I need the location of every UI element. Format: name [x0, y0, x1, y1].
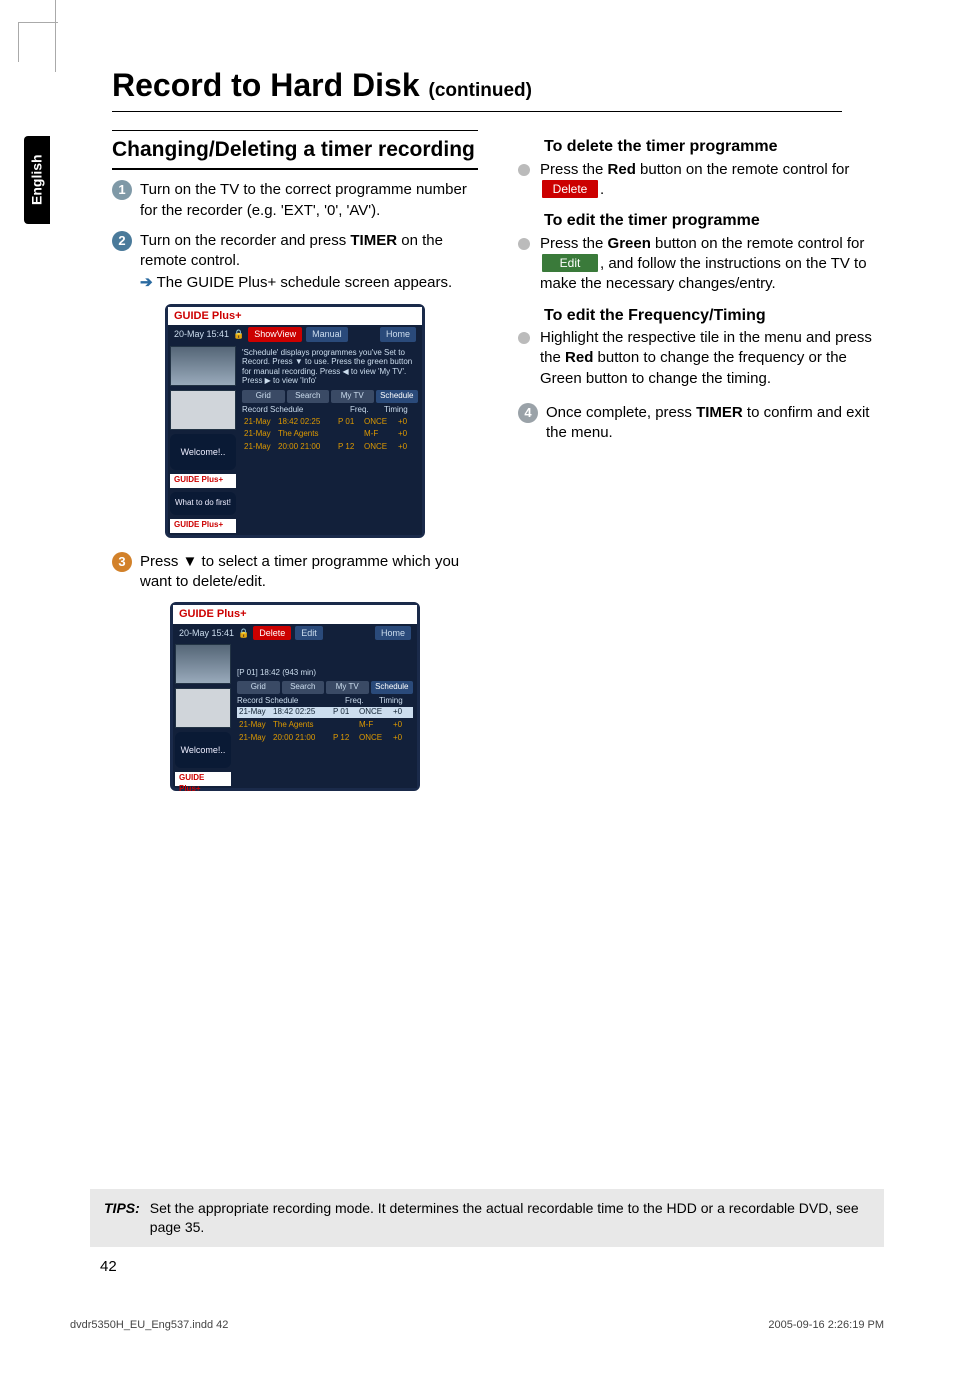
edit-heading: To edit the timer programme	[544, 210, 884, 232]
page-content: Record to Hard Disk (continued) English …	[10, 64, 944, 805]
tab-grid: Grid	[242, 390, 285, 403]
bullet-icon	[518, 332, 530, 344]
left-column: Changing/Deleting a timer recording 1 Tu…	[112, 130, 478, 805]
language-tab: English	[24, 136, 50, 224]
edit-button: Edit	[295, 626, 323, 640]
schedule-row: 21-May20:00 21:00P 12ONCE+0	[242, 441, 418, 454]
first-tile: What to do first!	[170, 492, 236, 515]
step-number-icon: 1	[112, 180, 132, 200]
step-4: 4 Once complete, press TIMER to confirm …	[518, 403, 884, 444]
tab-mytv: My TV	[331, 390, 374, 403]
crop-mark	[18, 22, 58, 62]
green-key: Green	[608, 235, 651, 252]
shot-tabs: Grid Search My TV Schedule	[237, 681, 413, 694]
delete-pill: Delete	[542, 180, 598, 198]
tab-schedule: Schedule	[376, 390, 419, 403]
step-1-text: Turn on the TV to the correct programme …	[140, 180, 478, 221]
step-2: 2 Turn on the recorder and press TIMER o…	[112, 231, 478, 294]
section-heading-block: Changing/Deleting a timer recording	[112, 130, 478, 170]
bullet-icon	[518, 238, 530, 250]
shot-table-header: Record Schedule Freq. Timing	[237, 696, 413, 707]
guide-logo: GUIDE Plus+	[168, 307, 422, 326]
right-column: To delete the timer programme Press the …	[518, 130, 884, 805]
tab-search: Search	[287, 390, 330, 403]
section-heading: Changing/Deleting a timer recording	[112, 138, 478, 162]
manual-button: Manual	[306, 327, 348, 341]
red-key: Red	[608, 161, 636, 178]
shot-datetime: 20-May 15:41	[179, 627, 234, 639]
guide-screenshot-2: GUIDE Plus+ 20-May 15:41 🔒 Delete Edit H…	[170, 602, 420, 791]
shot-datetime: 20-May 15:41	[174, 328, 229, 340]
text: button on the remote control for	[636, 161, 849, 178]
guide-logo: GUIDE Plus+	[173, 605, 417, 624]
preview-thumb	[170, 390, 236, 430]
edit-instruction: Press the Green button on the remote con…	[518, 234, 884, 295]
schedule-row-selected: 21-May18:42 02:25P 01ONCE+0	[237, 706, 413, 719]
step-3-text: Press ▼ to select a timer programme whic…	[140, 552, 478, 593]
page-number: 42	[100, 1257, 117, 1277]
delete-button: Delete	[253, 626, 291, 640]
preview-thumb	[175, 644, 231, 684]
tab-grid: Grid	[237, 681, 280, 694]
red-key: Red	[565, 349, 593, 366]
text: Press the	[540, 161, 608, 178]
shot-tabs: Grid Search My TV Schedule	[242, 390, 418, 403]
freq-instruction: Highlight the respective tile in the men…	[518, 328, 884, 389]
title-rule	[112, 111, 842, 112]
preview-thumb	[170, 346, 236, 386]
step-number-icon: 2	[112, 231, 132, 251]
guide-logo-small: GUIDE Plus+	[175, 772, 231, 786]
shot-subinfo: [P 01] 18:42 (943 min)	[237, 668, 413, 679]
tips-bar: TIPS: Set the appropriate recording mode…	[90, 1189, 884, 1247]
step-number-icon: 3	[112, 552, 132, 572]
footer-filename: dvdr5350H_EU_Eng537.indd 42	[70, 1318, 228, 1333]
step-4-text: Once complete, press TIMER to confirm an…	[546, 403, 884, 444]
page-title-main: Record to Hard Disk	[112, 67, 420, 103]
shot-table-header: Record Schedule Freq. Timing	[242, 405, 418, 416]
step-2-text: Turn on the recorder and press TIMER on …	[140, 231, 478, 294]
welcome-tile: Welcome!..	[175, 732, 231, 768]
guide-logo-small: GUIDE Plus+	[170, 519, 236, 533]
step-3: 3 Press ▼ to select a timer programme wh…	[112, 552, 478, 593]
preview-thumb	[175, 688, 231, 728]
shot-description: 'Schedule' displays programmes you've Se…	[242, 348, 418, 386]
tab-mytv: My TV	[326, 681, 369, 694]
schedule-row: 21-MayThe AgentsM-F+0	[237, 719, 413, 732]
lock-icon: 🔒	[233, 328, 244, 340]
guide-screenshot-1: GUIDE Plus+ 20-May 15:41 🔒 ShowView Manu…	[165, 304, 425, 538]
text: Press the	[540, 235, 608, 252]
home-button: Home	[380, 327, 416, 341]
result-arrow-icon: ➔	[140, 274, 153, 291]
schedule-row: 21-MayThe AgentsM-F+0	[242, 428, 418, 441]
welcome-tile: Welcome!..	[170, 434, 236, 470]
crop-mark	[55, 0, 56, 72]
delete-heading: To delete the timer programme	[544, 136, 884, 158]
schedule-row: 21-May18:42 02:25P 01ONCE+0	[242, 416, 418, 429]
tab-search: Search	[282, 681, 325, 694]
schedule-row: 21-May20:00 21:00P 12ONCE+0	[237, 732, 413, 745]
lock-icon: 🔒	[238, 627, 249, 639]
text: .	[600, 181, 604, 198]
text: Once complete, press	[546, 404, 696, 421]
result-text: The GUIDE Plus+ schedule screen appears.	[157, 274, 453, 291]
text: button on the remote control for	[651, 235, 864, 252]
edit-pill: Edit	[542, 254, 598, 272]
showview-button: ShowView	[248, 327, 302, 341]
timer-key: TIMER	[696, 404, 743, 421]
bullet-icon	[518, 164, 530, 176]
tab-schedule: Schedule	[371, 681, 414, 694]
page-title-continued: (continued)	[429, 80, 532, 101]
delete-instruction: Press the Red button on the remote contr…	[518, 160, 884, 201]
step-number-icon: 4	[518, 403, 538, 423]
freq-heading: To edit the Frequency/Timing	[544, 305, 884, 327]
home-button: Home	[375, 626, 411, 640]
footer-timestamp: 2005-09-16 2:26:19 PM	[768, 1318, 884, 1333]
guide-logo-small: GUIDE Plus+	[170, 474, 236, 488]
text: Turn on the recorder and press	[140, 232, 350, 249]
tips-label: TIPS:	[104, 1199, 140, 1237]
tips-text: Set the appropriate recording mode. It d…	[150, 1199, 870, 1237]
step-1: 1 Turn on the TV to the correct programm…	[112, 180, 478, 221]
timer-key: TIMER	[350, 232, 397, 249]
page-title: Record to Hard Disk (continued)	[112, 64, 842, 107]
